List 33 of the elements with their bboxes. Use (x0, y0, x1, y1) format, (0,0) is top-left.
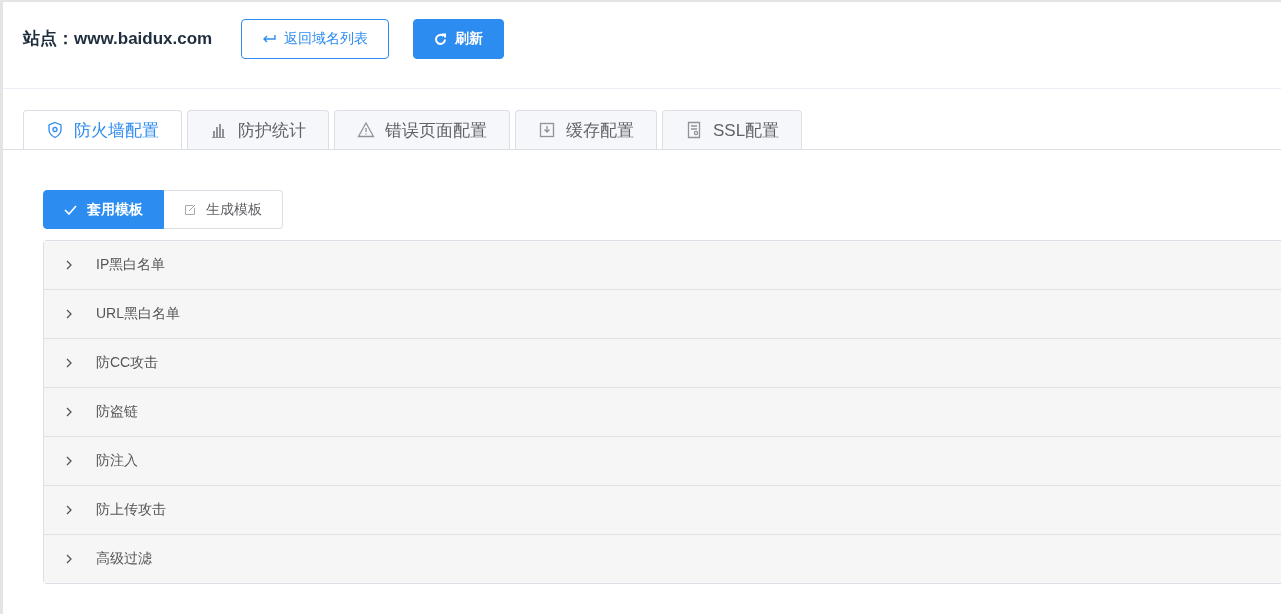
section-title: 防注入 (96, 452, 138, 470)
refresh-icon (434, 32, 448, 46)
collapse-item[interactable]: URL黑白名单 (44, 289, 1281, 338)
bar-chart-icon (210, 121, 228, 139)
section-title: IP黑白名单 (96, 256, 166, 274)
template-button[interactable]: 套用模板 (43, 190, 164, 229)
tab[interactable]: 错误页面配置 (334, 110, 510, 149)
tab[interactable]: 缓存配置 (515, 110, 657, 149)
template-button[interactable]: 生成模板 (164, 190, 283, 229)
collapse-item[interactable]: 防盗链 (44, 387, 1281, 436)
tab[interactable]: 防护统计 (187, 110, 329, 149)
check-icon (64, 204, 77, 215)
refresh-button[interactable]: 刷新 (413, 19, 505, 59)
return-arrow-icon (262, 33, 277, 45)
tab[interactable]: SSL配置 (662, 110, 803, 149)
warning-icon (357, 121, 375, 139)
collapse-item[interactable]: IP黑白名单 (44, 241, 1281, 289)
collapse-item[interactable]: 防上传攻击 (44, 485, 1281, 534)
tab[interactable]: 防火墙配置 (23, 110, 182, 149)
download-icon (538, 121, 556, 139)
section-title: 高级过滤 (96, 550, 152, 568)
collapse-item[interactable]: 防注入 (44, 436, 1281, 485)
section-title: 防盗链 (96, 403, 138, 421)
section-title: 防上传攻击 (96, 501, 166, 519)
section-title: URL黑白名单 (96, 305, 180, 323)
section-title: 防CC攻击 (96, 354, 159, 372)
back-button[interactable]: 返回域名列表 (241, 19, 390, 59)
site-title: 站点：www.baidux.com (23, 28, 213, 50)
edit-icon (184, 203, 196, 216)
collapse-item[interactable]: 高级过滤 (44, 534, 1281, 583)
collapse-item[interactable]: 防CC攻击 (44, 338, 1281, 387)
shield-icon (46, 121, 64, 139)
certificate-icon (685, 121, 703, 139)
